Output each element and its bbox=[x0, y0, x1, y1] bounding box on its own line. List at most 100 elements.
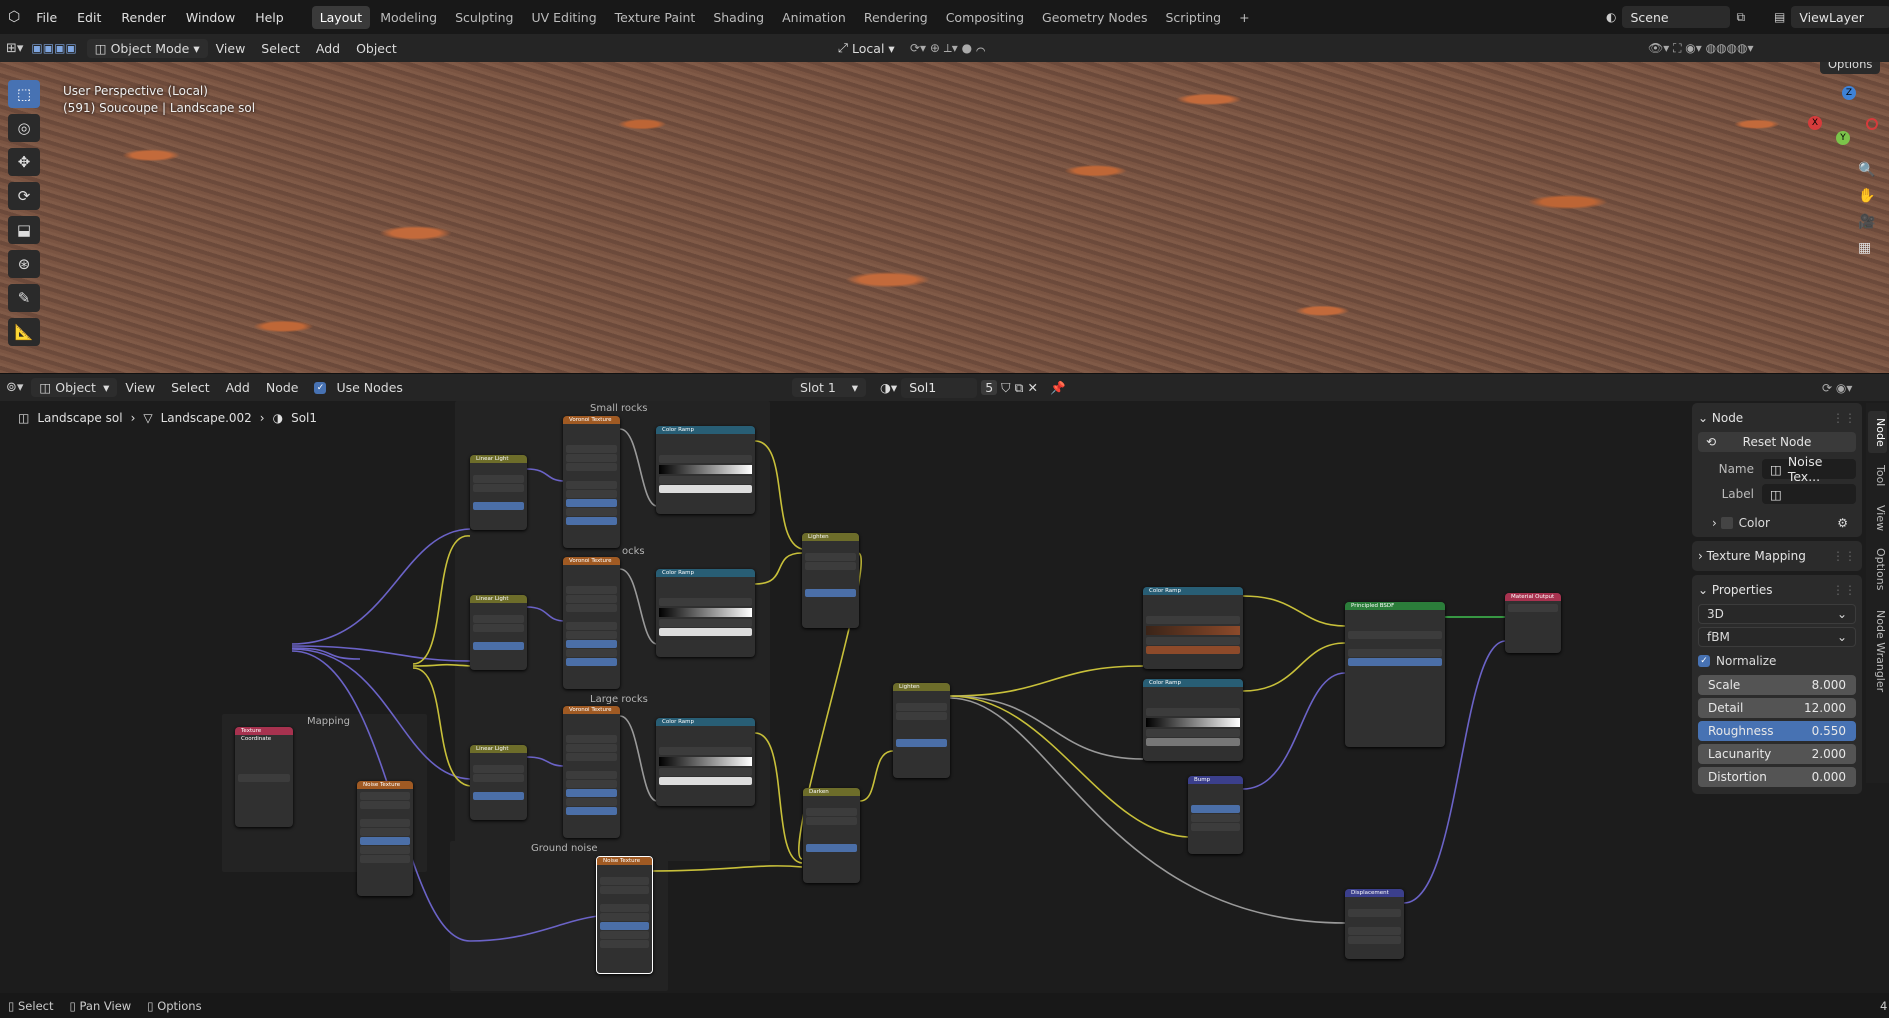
gizmo-y-axis[interactable]: Y bbox=[1836, 131, 1850, 145]
node-color-ramp-small[interactable]: Color Ramp bbox=[656, 426, 755, 514]
tab-options[interactable]: Options bbox=[1868, 542, 1887, 596]
zoom-icon[interactable]: 🔍 bbox=[1858, 162, 1875, 178]
slot-dropdown[interactable]: Slot 1 ▾ bbox=[792, 378, 866, 397]
tab-node[interactable]: Node bbox=[1868, 411, 1887, 453]
tab-texture-paint[interactable]: Texture Paint bbox=[607, 6, 704, 29]
noise-type-dropdown[interactable]: fBM ⌄ bbox=[1698, 627, 1856, 647]
menu-object[interactable]: Object bbox=[348, 39, 405, 58]
node-linear-light-3[interactable]: Linear Light bbox=[470, 745, 527, 820]
lacunarity-slider[interactable]: Lacunarity 2.000 bbox=[1698, 744, 1856, 764]
menu-view[interactable]: View bbox=[208, 39, 254, 58]
node-material-output[interactable]: Material Output bbox=[1505, 593, 1561, 653]
drag-handle-icon[interactable]: ⋮⋮ bbox=[1832, 411, 1856, 425]
detail-slider[interactable]: Detail 12.000 bbox=[1698, 698, 1856, 718]
node-color-ramp-color[interactable]: Color Ramp bbox=[1143, 587, 1243, 669]
editor-type-icon[interactable]: ⊚▾ bbox=[6, 380, 23, 395]
color-row[interactable]: › Color ⚙ bbox=[1698, 513, 1856, 533]
editor-type-icon[interactable]: ⊞▾ bbox=[6, 41, 23, 56]
camera-icon[interactable]: 🎥 bbox=[1858, 214, 1875, 230]
node-color-ramp-large[interactable]: Color Ramp bbox=[656, 718, 755, 806]
menu-add[interactable]: Add bbox=[308, 39, 348, 58]
node-lighten-2[interactable]: Lighten bbox=[893, 683, 950, 778]
gizmo-z-axis[interactable]: Z bbox=[1842, 86, 1856, 100]
scale-tool-icon[interactable]: ⬓ bbox=[8, 216, 40, 244]
select-box-tool-icon[interactable]: ⬚ bbox=[8, 80, 40, 108]
transform-orientation-dropdown[interactable]: ⤢ Local ▾ bbox=[830, 38, 903, 58]
tab-modeling[interactable]: Modeling bbox=[372, 6, 445, 29]
navigation-gizmo[interactable]: X Y Z bbox=[1808, 86, 1878, 156]
node-linear-light-1[interactable]: Linear Light bbox=[470, 455, 527, 530]
add-workspace-button[interactable]: + bbox=[1231, 6, 1257, 29]
blender-logo-icon[interactable]: ⬡ bbox=[8, 9, 20, 25]
menu-help[interactable]: Help bbox=[245, 10, 294, 25]
menu-node[interactable]: Node bbox=[258, 378, 307, 397]
scene-icon[interactable]: ◐ bbox=[1606, 10, 1616, 24]
name-field[interactable]: ◫ Noise Tex... bbox=[1762, 454, 1856, 484]
node-color-ramp-roughness[interactable]: Color Ramp bbox=[1143, 679, 1243, 761]
node-color-ramp-medium[interactable]: Color Ramp bbox=[656, 569, 755, 657]
material-users-count[interactable]: 5 bbox=[981, 380, 998, 395]
normalize-checkbox[interactable]: ✓ Normalize bbox=[1698, 650, 1856, 672]
drag-handle-icon[interactable]: ⋮⋮ bbox=[1832, 583, 1856, 597]
options-button[interactable]: Options bbox=[1820, 62, 1881, 74]
scene-field[interactable]: Scene bbox=[1622, 6, 1731, 28]
menu-select[interactable]: Select bbox=[163, 378, 218, 397]
use-nodes-toggle[interactable]: ✓ Use Nodes bbox=[306, 378, 410, 397]
tab-tool[interactable]: Tool bbox=[1868, 458, 1887, 494]
node-lighten-1[interactable]: Lighten bbox=[802, 533, 859, 628]
node-principled-bsdf[interactable]: Principled BSDF bbox=[1345, 602, 1445, 747]
material-name-field[interactable]: Sol1 bbox=[901, 377, 978, 398]
tab-node-wrangler[interactable]: Node Wrangler bbox=[1868, 601, 1887, 701]
node-panel-header[interactable]: ⌄ Node ⋮⋮ bbox=[1698, 407, 1856, 429]
rotate-tool-icon[interactable]: ⟳ bbox=[8, 182, 40, 210]
node-darken[interactable]: Darken bbox=[803, 788, 860, 883]
new-scene-icon[interactable]: ⧉ bbox=[1736, 10, 1745, 25]
fake-user-icon[interactable]: ⛉ bbox=[1001, 380, 1010, 396]
menu-select[interactable]: Select bbox=[253, 39, 308, 58]
distortion-slider[interactable]: Distortion 0.000 bbox=[1698, 767, 1856, 787]
node-noise-texture-ground[interactable]: Noise Texture bbox=[596, 856, 653, 974]
duplicate-icon[interactable]: ⧉ bbox=[1015, 380, 1024, 396]
dimensions-dropdown[interactable]: 3D ⌄ bbox=[1698, 604, 1856, 624]
menu-file[interactable]: File bbox=[26, 10, 67, 25]
scale-slider[interactable]: Scale 8.000 bbox=[1698, 675, 1856, 695]
tab-shading[interactable]: Shading bbox=[705, 6, 772, 29]
gizmo-neg-x-axis[interactable] bbox=[1866, 118, 1878, 130]
viewlayer-field[interactable]: ViewLayer bbox=[1791, 6, 1889, 28]
properties-header[interactable]: ⌄ Properties ⋮⋮ bbox=[1698, 579, 1856, 601]
move-tool-icon[interactable]: ✥ bbox=[8, 148, 40, 176]
node-voronoi-large[interactable]: Voronoi Texture bbox=[563, 706, 620, 838]
snap-icons[interactable]: ⟳▾ ⊕ ⟂▾ ● ⌒ bbox=[910, 41, 985, 56]
grid-icon[interactable]: ▦ bbox=[1858, 240, 1875, 256]
texture-mapping-panel[interactable]: › Texture Mapping ⋮⋮ bbox=[1692, 541, 1862, 571]
menu-window[interactable]: Window bbox=[176, 10, 245, 25]
sliders-icon[interactable]: ⚙ bbox=[1837, 516, 1848, 530]
node-voronoi-small[interactable]: Voronoi Texture bbox=[563, 416, 620, 548]
node-texture-coordinate[interactable]: Texture Coordinate bbox=[235, 727, 293, 827]
pan-hand-icon[interactable]: ✋ bbox=[1858, 188, 1875, 204]
node-noise-texture-mapping[interactable]: Noise Texture bbox=[357, 781, 413, 896]
tab-animation[interactable]: Animation bbox=[774, 6, 854, 29]
pin-icon[interactable]: 📌 bbox=[1050, 380, 1066, 396]
tab-compositing[interactable]: Compositing bbox=[938, 6, 1032, 29]
label-field[interactable]: ◫ bbox=[1762, 484, 1856, 504]
3d-viewport[interactable]: ⬚ ◎ ✥ ⟳ ⬓ ⊛ ✎ 📐 User Perspective (Local)… bbox=[0, 62, 1889, 373]
object-mode-dropdown[interactable]: ◫ Object Mode ▾ bbox=[86, 38, 208, 58]
shader-type-dropdown[interactable]: ◫ Object ▾ bbox=[31, 378, 118, 397]
annotate-tool-icon[interactable]: ✎ bbox=[8, 284, 40, 312]
reset-node-button[interactable]: ⟲ Reset Node bbox=[1698, 432, 1856, 452]
cursor-tool-icon[interactable]: ◎ bbox=[8, 114, 40, 142]
material-selector[interactable]: ◑▾ Sol1 5 ⛉ ⧉ ✕ 📌 bbox=[872, 376, 1074, 400]
node-bump[interactable]: Bump bbox=[1188, 776, 1243, 854]
tab-sculpting[interactable]: Sculpting bbox=[447, 6, 521, 29]
tab-view[interactable]: View bbox=[1868, 500, 1887, 536]
overlay-toggle-icons[interactable]: ⟳ ◉▾ bbox=[1822, 381, 1852, 395]
roughness-slider[interactable]: Roughness 0.550 bbox=[1698, 721, 1856, 741]
tab-uv-editing[interactable]: UV Editing bbox=[523, 6, 604, 29]
node-linear-light-2[interactable]: Linear Light bbox=[470, 595, 527, 670]
tab-layout[interactable]: Layout bbox=[311, 5, 371, 29]
tab-scripting[interactable]: Scripting bbox=[1158, 6, 1230, 29]
menu-add[interactable]: Add bbox=[218, 378, 258, 397]
tab-rendering[interactable]: Rendering bbox=[856, 6, 936, 29]
transform-tool-icon[interactable]: ⊛ bbox=[8, 250, 40, 278]
